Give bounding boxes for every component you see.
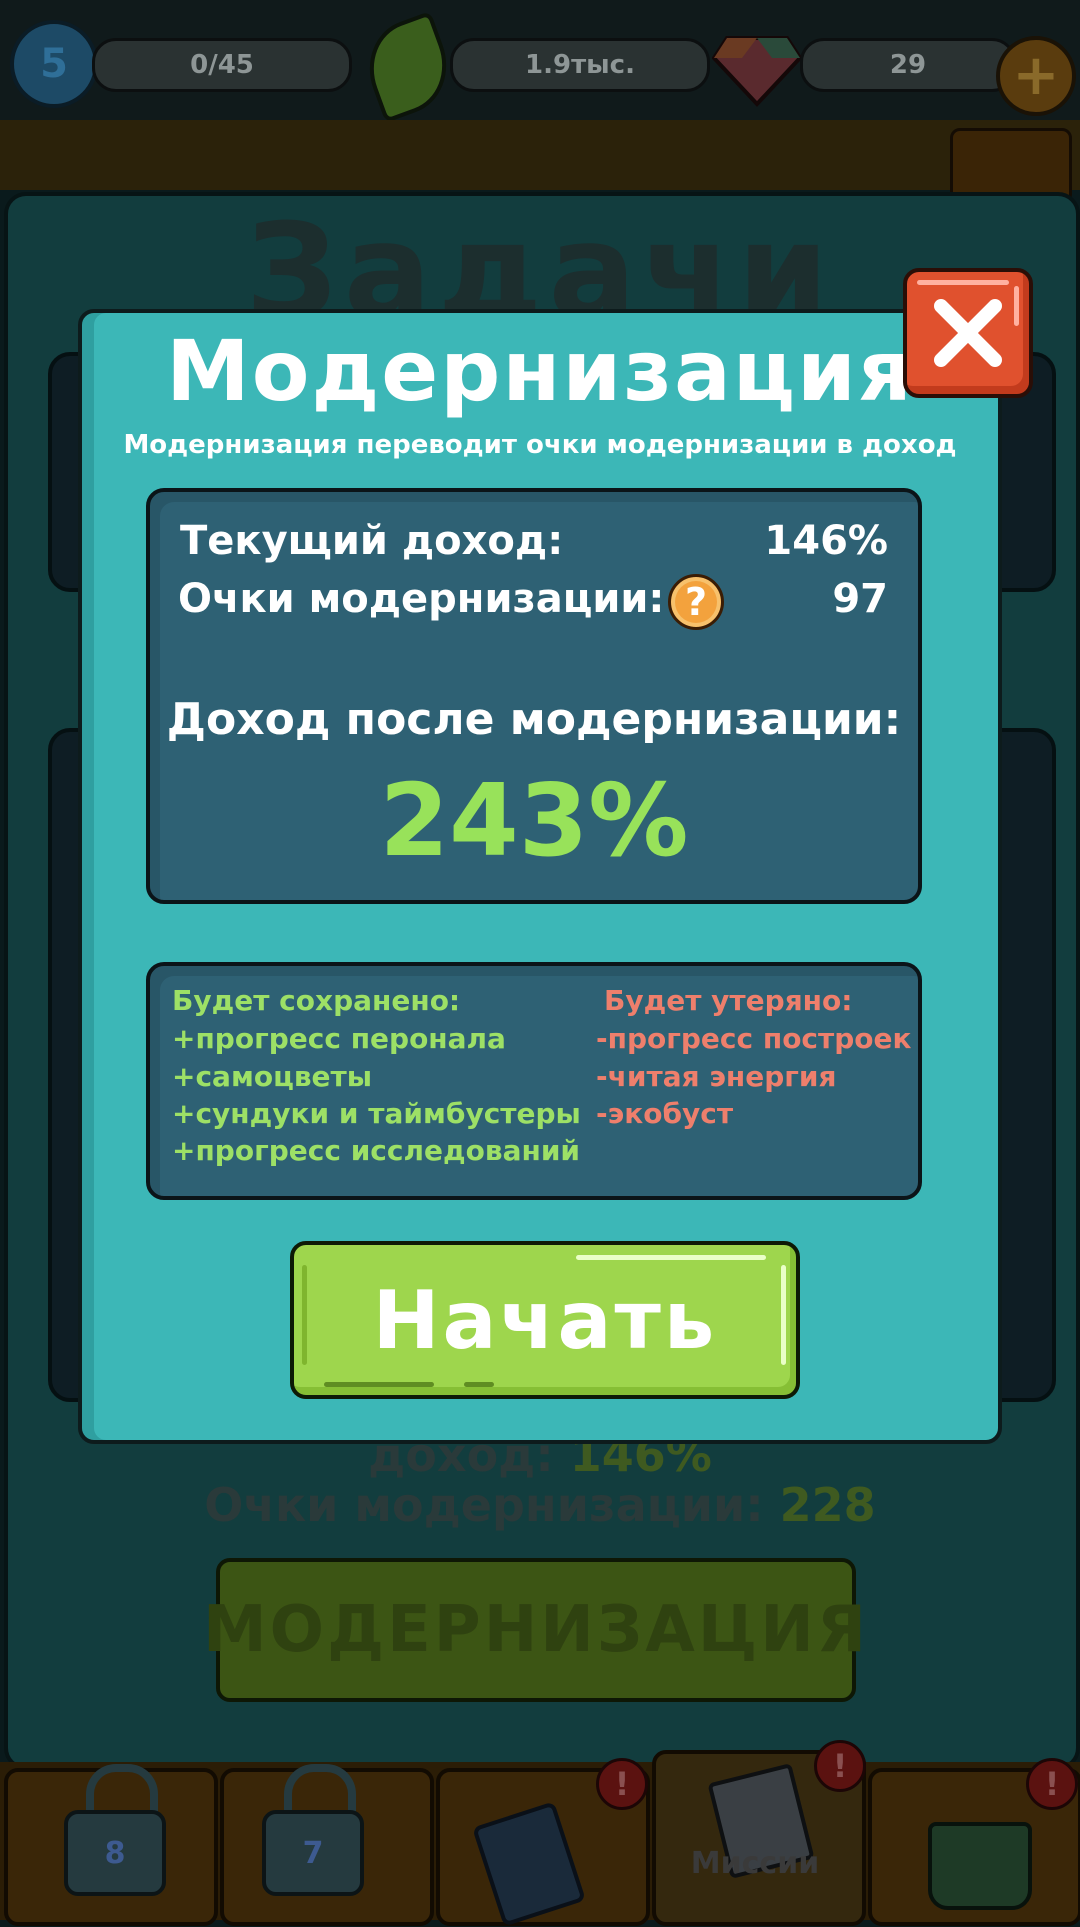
lock-icon: 8 xyxy=(64,1810,166,1896)
alert-badge: ! xyxy=(596,1758,648,1810)
close-button-highlight xyxy=(1014,286,1019,326)
lock-icon: 7 xyxy=(262,1810,364,1896)
tab-locked-2[interactable]: 7 xyxy=(220,1764,434,1926)
kept-title: Будет сохранено: xyxy=(172,984,461,1017)
gem-count-pill: 29 xyxy=(800,38,1016,92)
alert-badge: ! xyxy=(1026,1758,1078,1810)
close-button-highlight xyxy=(917,280,1009,285)
level-badge[interactable]: 5 xyxy=(10,20,98,108)
modal-title: Модернизация xyxy=(166,322,914,420)
points-label: Очки модернизации: xyxy=(178,576,665,622)
modal-subtitle: Модернизация переводит очки модернизации… xyxy=(123,430,957,460)
bg-points-label: Очки модернизации: xyxy=(204,1478,780,1532)
shop-bag-icon xyxy=(928,1822,1032,1910)
help-icon[interactable]: ? xyxy=(668,574,724,630)
world-strip xyxy=(0,120,1080,190)
start-button-edge xyxy=(324,1382,434,1387)
lost-item: -прогресс построек xyxy=(596,1022,912,1055)
kept-item: +прогресс перонала xyxy=(172,1022,506,1055)
bg-points-line: Очки модернизации: 228 xyxy=(0,1478,1080,1532)
lost-item: -читая энергия xyxy=(596,1060,837,1093)
leaf-count-pill: 1.9тыс. xyxy=(450,38,710,92)
tab-locked-1[interactable]: 8 xyxy=(4,1764,218,1926)
start-button-highlight xyxy=(781,1265,786,1365)
close-icon xyxy=(934,299,1002,367)
tab-missions-label: Миссии xyxy=(690,1846,820,1881)
kept-item: +прогресс исследований xyxy=(172,1134,581,1167)
kept-item: +самоцветы xyxy=(172,1060,373,1093)
modernize-button[interactable]: МОДЕРНИЗАЦИЯ xyxy=(203,1558,866,1702)
points-value: 97 xyxy=(832,576,888,622)
kept-item: +сундуки и таймбустеры xyxy=(172,1097,581,1130)
current-income-label: Текущий доход: xyxy=(180,518,564,564)
lost-title: Будет утеряно: xyxy=(604,984,853,1017)
bg-points-value: 228 xyxy=(779,1478,876,1532)
xp-progress-pill: 0/45 xyxy=(92,38,352,92)
close-button[interactable] xyxy=(903,268,1033,398)
start-button-edge xyxy=(464,1382,494,1387)
start-button-edge xyxy=(302,1265,307,1365)
add-gems-icon[interactable]: + xyxy=(996,36,1076,116)
current-income-value: 146% xyxy=(764,518,888,564)
start-button-label: Начать xyxy=(372,1273,718,1367)
after-income-label: Доход после модернизации: xyxy=(166,694,902,745)
cards-icon xyxy=(472,1801,586,1927)
start-button[interactable]: Начать xyxy=(290,1241,800,1399)
lost-item: -экобуст xyxy=(596,1097,734,1130)
after-income-value: 243% xyxy=(379,762,689,879)
start-button-highlight xyxy=(576,1255,766,1260)
gem-icon xyxy=(712,36,802,107)
alert-badge: ! xyxy=(814,1740,866,1792)
